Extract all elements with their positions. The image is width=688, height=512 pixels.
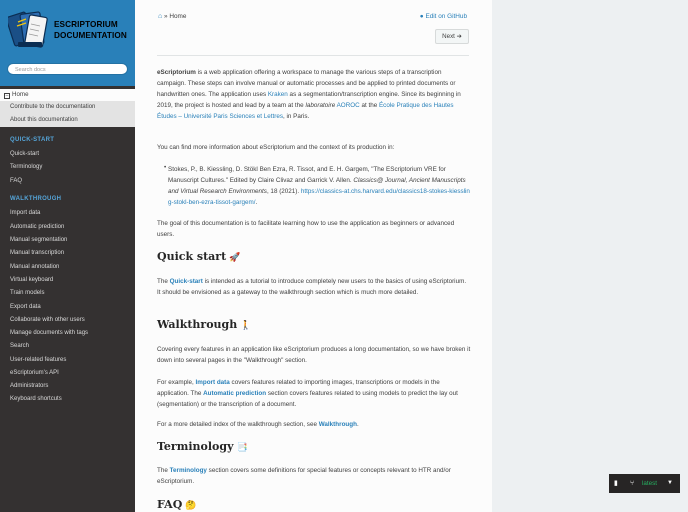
breadcrumb-home: Home (169, 13, 187, 20)
sidebar-item-collaborate[interactable]: Collaborate with other users (10, 317, 85, 323)
wt-index-post: . (356, 421, 359, 428)
walkthrough-paragraph-1: Covering every features in an applicatio… (157, 346, 471, 364)
automatic-prediction-link[interactable]: Automatic prediction (203, 390, 266, 397)
search-input[interactable]: Search docs (7, 63, 128, 75)
rocket-icon: 🚀 (229, 253, 241, 263)
sidebar-item-keyboard-shortcuts[interactable]: Keyboard shortcuts (10, 396, 62, 402)
sidebar-item-train-models[interactable]: Train models (10, 290, 44, 296)
sidebar-item-search[interactable]: Search (10, 343, 29, 349)
sidebar-item-administrators[interactable]: Administrators (10, 383, 48, 389)
import-data-link[interactable]: Import data (196, 379, 230, 386)
aoroc-link[interactable]: AOROC (337, 102, 360, 109)
caret-down-icon: ▼ (667, 480, 673, 486)
goal-paragraph: The goal of this documentation is to fac… (157, 220, 455, 238)
edit-on-github-link[interactable]: ● Edit on GitHub (420, 13, 467, 20)
version-label: latest (642, 480, 658, 487)
intro-text-3: at the (359, 102, 379, 109)
home-icon[interactable]: ⌂ (158, 13, 162, 20)
heading-faq: FAQ 🤔 (157, 498, 197, 511)
heading-quick-start: Quick start 🚀 (157, 250, 240, 263)
walkthrough-paragraph-2: For example, Import data covers features… (157, 377, 471, 410)
citation-volume: , 18 (2021). (266, 188, 301, 195)
sidebar-item-export-data[interactable]: Export data (10, 304, 41, 310)
sidebar: ESCRIPTORIUM DOCUMENTATION Search docs –… (0, 0, 135, 512)
sidebar-item-manual-annotation[interactable]: Manual annotation (10, 264, 59, 270)
sidebar-item-automatic-prediction[interactable]: Automatic prediction (10, 224, 64, 230)
walkthrough-paragraph-3: For a more detailed index of the walkthr… (157, 419, 471, 430)
qs-text-post: is intended as a tutorial to introduce c… (157, 278, 467, 296)
next-button[interactable]: Next ➔ (435, 29, 469, 44)
sidebar-item-manual-segmentation[interactable]: Manual segmentation (10, 237, 67, 243)
heading-text: Walkthrough (157, 318, 238, 331)
heading-text: Terminology (157, 440, 234, 453)
term-text-pre: The (157, 467, 170, 474)
arrow-right-circle-icon: ➔ (456, 33, 462, 40)
sidebar-item-manual-transcription[interactable]: Manual transcription (10, 250, 64, 256)
terminology-paragraph: The Terminology section covers some defi… (157, 465, 471, 487)
info-paragraph: You can find more information about eScr… (157, 144, 395, 151)
citation-end: . (255, 199, 258, 206)
sidebar-item-faq[interactable]: FAQ (10, 178, 22, 184)
citation: Stokes, P., B. Kiessling, D. Stökl Ben E… (168, 164, 471, 208)
divider (157, 55, 469, 56)
heading-text: FAQ (157, 498, 183, 511)
walking-person-icon: 🚶 (240, 321, 252, 331)
sidebar-item-about[interactable]: About this documentation (0, 114, 135, 127)
brand-line-1: ESCRIPTORIUM (54, 20, 118, 29)
sidebar-item-home[interactable]: – Home (0, 89, 135, 101)
caption-quickstart: QUICK-START (10, 137, 55, 143)
breadcrumb: ⌂ » Home (158, 13, 186, 20)
intro-paragraph: eScriptorium is a web application offeri… (157, 67, 471, 122)
heading-text: Quick start (157, 250, 227, 263)
main-content: ⌂ » Home ● Edit on GitHub Next ➔ eScript… (135, 0, 492, 512)
brand-name: eScriptorium (157, 69, 196, 76)
git-branch-icon: ⑂ (630, 480, 635, 487)
background-pane (492, 0, 688, 512)
bookmark-tabs-icon: 📑 (236, 443, 248, 453)
edit-link-label: Edit on GitHub (425, 13, 467, 20)
version-badge[interactable]: ▮ ⑂ latest ▼ (609, 474, 680, 493)
sidebar-item-user-features[interactable]: User-related features (10, 357, 66, 363)
sidebar-item-contribute[interactable]: Contribute to the documentation (0, 101, 135, 114)
breadcrumb-separator: » (164, 13, 168, 20)
wt-index-pre: For a more detailed index of the walkthr… (157, 421, 319, 428)
intro-lab: laboratoire (305, 102, 336, 109)
brand-title[interactable]: ESCRIPTORIUM DOCUMENTATION (54, 19, 127, 41)
qs-text-pre: The (157, 278, 170, 285)
collapse-icon[interactable]: – (4, 93, 10, 99)
thinking-face-icon: 🤔 (185, 501, 197, 511)
walkthrough-link[interactable]: Walkthrough (319, 421, 357, 428)
intro-text-4: , in Paris. (283, 113, 310, 120)
brand-line-2: DOCUMENTATION (54, 31, 127, 40)
sidebar-item-virtual-keyboard[interactable]: Virtual keyboard (10, 277, 53, 283)
sidebar-item-import-data[interactable]: Import data (10, 210, 40, 216)
book-icon: ▮ (614, 480, 618, 487)
quickstart-paragraph: The Quick-start is intended as a tutoria… (157, 276, 471, 298)
github-icon: ● (419, 13, 424, 20)
sidebar-item-tags[interactable]: Manage documents with tags (10, 330, 88, 336)
quick-start-link[interactable]: Quick-start (170, 278, 203, 285)
kraken-link[interactable]: Kraken (268, 91, 288, 98)
heading-terminology: Terminology 📑 (157, 440, 248, 453)
heading-walkthrough: Walkthrough 🚶 (157, 318, 251, 331)
sidebar-item-terminology[interactable]: Terminology (10, 164, 42, 170)
terminology-link[interactable]: Terminology (170, 467, 207, 474)
wt-text-pre: For example, (157, 379, 196, 386)
sidebar-item-api[interactable]: eScriptorium's API (10, 370, 59, 376)
sidebar-item-label: Home (12, 91, 29, 98)
caption-walkthrough: WALKTHROUGH (10, 196, 62, 202)
next-button-label: Next (442, 33, 455, 40)
sidebar-header: ESCRIPTORIUM DOCUMENTATION Search docs (0, 0, 135, 86)
logo-books-icon[interactable] (8, 8, 50, 52)
sidebar-item-quick-start[interactable]: Quick-start (10, 151, 39, 157)
